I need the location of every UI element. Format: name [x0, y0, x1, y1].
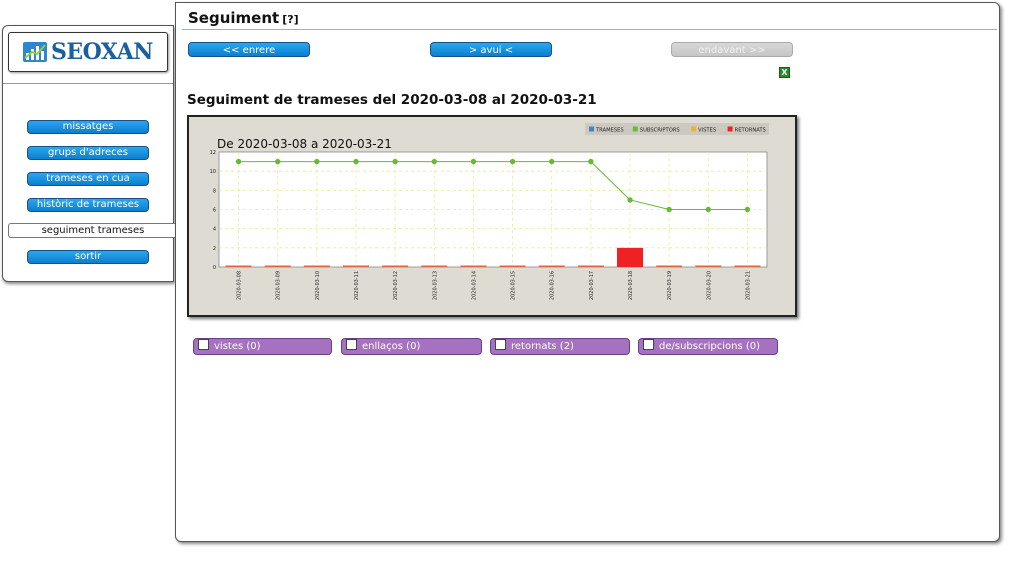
bar-retornats [421, 265, 448, 267]
filter-enllacos[interactable]: enllaços (0) [341, 338, 482, 355]
x-tick-label: 2020-03-14 [471, 271, 477, 300]
bar-retornats [538, 265, 565, 267]
checkbox-icon[interactable] [346, 339, 357, 350]
x-tick-label: 2020-03-10 [315, 271, 321, 300]
point-subscriptors [470, 158, 477, 165]
bar-retornats [656, 265, 683, 267]
today-button[interactable]: > avui < [430, 42, 552, 57]
point-subscriptors [353, 158, 359, 165]
y-tick-label: 2 [213, 246, 216, 252]
bar-retornats [577, 265, 604, 267]
x-tick-label: 2020-03-20 [706, 271, 712, 300]
legend-label-retornats: RETORNATS [735, 128, 766, 134]
x-tick-label: 2020-03-12 [393, 271, 399, 300]
point-subscriptors [588, 158, 594, 165]
point-subscriptors [431, 158, 437, 165]
prev-button[interactable]: << enrere [188, 42, 310, 57]
bar-retornats [499, 265, 526, 267]
y-tick-label: 12 [210, 150, 216, 156]
bar-retornats [460, 265, 487, 267]
x-tick-label: 2020-03-17 [589, 271, 595, 300]
sidebar-item-grups-adreces[interactable]: grups d'adreces [27, 146, 149, 160]
sidebar-divider [3, 83, 173, 84]
filter-retornats[interactable]: retornats (2) [490, 338, 630, 355]
point-subscriptors [275, 158, 281, 165]
bar-retornats [343, 265, 369, 267]
y-tick-label: 4 [213, 227, 216, 233]
x-tick-label: 2020-03-16 [550, 271, 556, 300]
legend-swatch-trameses [589, 126, 594, 132]
x-tick-label: 2020-03-19 [667, 271, 673, 300]
legend-label-subscriptors: SUBSCRIPTORS [640, 128, 680, 134]
legend-swatch-retornats [727, 126, 733, 132]
x-tick-label: 2020-03-11 [354, 271, 360, 300]
filter-subscripcions[interactable]: de/subscripcions (0) [638, 338, 778, 355]
x-tick-label: 2020-03-09 [276, 271, 282, 300]
bar-chart-logo-icon [23, 42, 47, 62]
y-tick-label: 10 [210, 169, 216, 175]
bar-retornats [617, 247, 643, 267]
bar-retornats [264, 265, 291, 267]
logo[interactable]: SEOXAN [8, 32, 168, 72]
legend-swatch-subscriptors [632, 126, 638, 132]
legend-swatch-vistes [691, 126, 696, 132]
filter-label: enllaços (0) [362, 341, 421, 352]
bar-retornats [695, 265, 722, 267]
chart-svg: TRAMESES SUBSCRIPTORS VISTES RETORNATS De 20… [210, 123, 769, 300]
filter-label: retornats (2) [511, 341, 574, 352]
chart-title: De 2020-03-08 a 2020-03-21 [217, 137, 392, 151]
x-tick-label: 2020-03-08 [237, 271, 243, 300]
sidebar: SEOXAN missatges grups d'adreces tramese… [2, 25, 177, 282]
y-tick-label: 6 [213, 208, 216, 214]
page-title: Seguiment [?] [188, 9, 299, 27]
point-subscriptors [392, 158, 398, 165]
section-title: Seguiment de trameses del 2020-03-08 al … [187, 92, 597, 108]
checkbox-icon[interactable] [643, 339, 654, 350]
legend-label-trameses: TRAMESES [595, 128, 624, 134]
point-subscriptors [549, 158, 555, 165]
x-tick-label: 2020-03-15 [511, 271, 517, 300]
excel-export-icon[interactable]: X [779, 67, 790, 78]
y-tick-label: 0 [213, 265, 216, 271]
point-subscriptors [705, 206, 711, 213]
bar-retornats [225, 265, 252, 267]
point-subscriptors [666, 206, 672, 213]
point-subscriptors [744, 206, 751, 213]
chart: TRAMESES SUBSCRIPTORS VISTES RETORNATS De 20… [187, 115, 797, 317]
point-subscriptors [509, 158, 516, 165]
filter-label: vistes (0) [214, 341, 261, 352]
help-link[interactable]: [?] [282, 13, 298, 26]
point-subscriptors [235, 158, 242, 165]
sidebar-item-seguiment-trameses[interactable]: seguiment trameses [8, 223, 177, 238]
checkbox-icon[interactable] [198, 339, 209, 350]
bar-retornats [734, 265, 761, 267]
sidebar-item-sortir[interactable]: sortir [27, 250, 149, 264]
x-tick-label: 2020-03-13 [432, 271, 438, 300]
logo-text: SEOXAN [51, 39, 153, 65]
point-subscriptors [314, 158, 320, 165]
filter-label: de/subscripcions (0) [659, 341, 760, 352]
y-tick-label: 8 [213, 188, 216, 194]
point-subscriptors [627, 197, 633, 203]
sidebar-item-missatges[interactable]: missatges [27, 120, 149, 134]
page-title-text: Seguiment [188, 9, 280, 27]
title-divider [182, 29, 997, 30]
sidebar-item-historic-trameses[interactable]: històric de trameses [27, 198, 149, 212]
main-panel: Seguiment [?] << enrere > avui < endavant… [175, 2, 1000, 542]
bar-retornats [303, 265, 330, 267]
x-tick-label: 2020-03-21 [745, 271, 751, 300]
sidebar-item-trameses-en-cua[interactable]: trameses en cua [27, 172, 149, 186]
next-button[interactable]: endavant >> [671, 42, 793, 57]
legend-label-vistes: VISTES [698, 128, 716, 134]
filter-vistes[interactable]: vistes (0) [193, 338, 332, 355]
checkbox-icon[interactable] [495, 339, 506, 350]
bar-retornats [382, 265, 409, 267]
x-tick-label: 2020-03-18 [628, 271, 634, 300]
